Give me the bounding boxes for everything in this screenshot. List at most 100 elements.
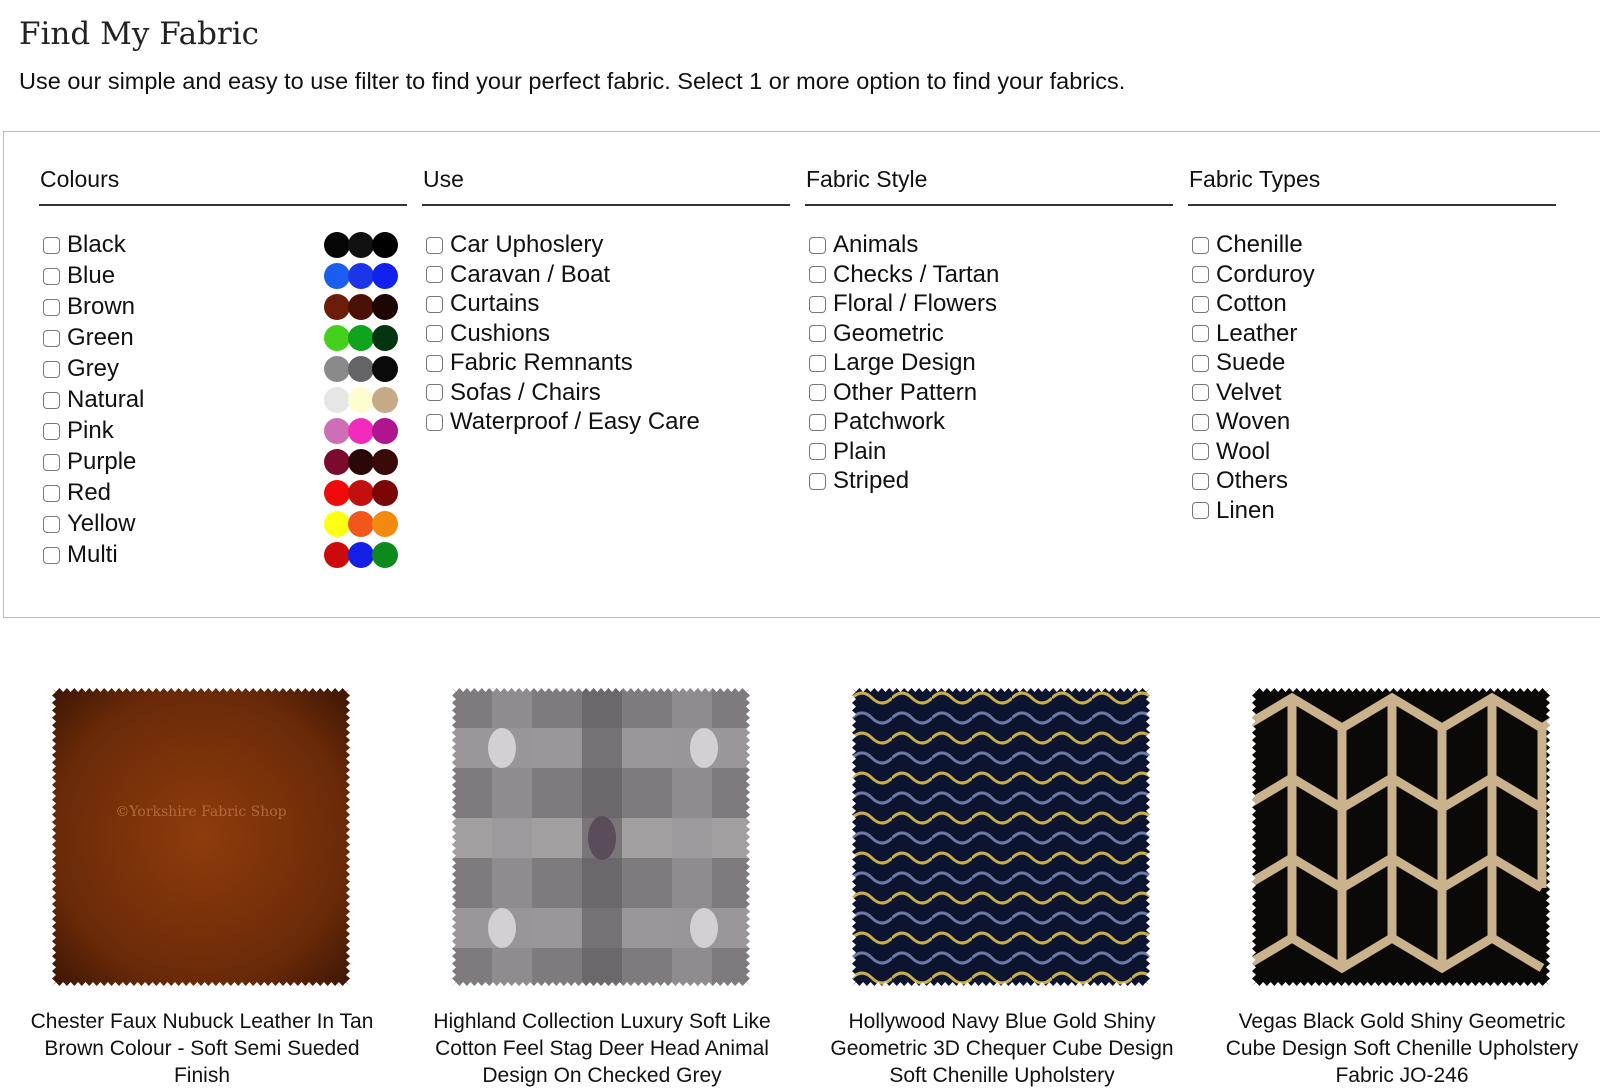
option-label: Striped: [833, 467, 910, 494]
page: Find My Fabric Use our simple and easy t…: [0, 0, 1600, 1087]
colour-option-red[interactable]: Red: [43, 479, 112, 506]
fabric-style-option-striped[interactable]: Striped: [809, 467, 910, 494]
checkbox[interactable]: [1192, 266, 1209, 283]
colour-option-black[interactable]: Black: [43, 231, 126, 258]
checkbox[interactable]: [1192, 472, 1209, 490]
checkbox[interactable]: [1192, 295, 1209, 313]
fabric-style-option-other-pattern[interactable]: Other Pattern: [809, 378, 978, 406]
fabric-style-option-checks-tartan[interactable]: Checks / Tartan: [809, 261, 999, 288]
fabric-style-option-patchwork[interactable]: Patchwork: [809, 408, 945, 435]
use-option-caravan-boat[interactable]: Caravan / Boat: [426, 261, 610, 288]
product-name[interactable]: Hollywood Navy Blue Gold Shiny Geometric…: [822, 1008, 1182, 1089]
option-label: Purple: [67, 448, 137, 475]
use-option-curtains[interactable]: Curtains: [426, 290, 539, 317]
checkbox[interactable]: [1192, 413, 1209, 431]
product-name[interactable]: Highland Collection Luxury Soft Like Cot…: [422, 1008, 782, 1089]
fabric-types-option-chenille[interactable]: Chenille: [1192, 231, 1303, 258]
checkbox[interactable]: [426, 384, 443, 401]
option-label: Car Uphoslery: [450, 231, 604, 258]
checkbox[interactable]: [809, 443, 826, 460]
colour-dot: [324, 480, 350, 506]
checkbox[interactable]: [426, 354, 443, 372]
checkbox[interactable]: [43, 484, 60, 502]
option-label: Green: [67, 324, 134, 351]
use-option-fabric-remnants[interactable]: Fabric Remnants: [426, 349, 633, 376]
checkbox[interactable]: [426, 266, 443, 283]
use-option-waterproof-easy-care[interactable]: Waterproof / Easy Care: [426, 408, 700, 435]
fabric-types-option-others[interactable]: Others: [1192, 467, 1288, 494]
checkbox[interactable]: [1192, 502, 1209, 519]
checkbox[interactable]: [43, 515, 60, 533]
fabric-types-option-cotton[interactable]: Cotton: [1192, 290, 1287, 317]
colour-option-brown[interactable]: Brown: [43, 293, 135, 320]
checkbox[interactable]: [43, 267, 60, 285]
fabric-types-option-woven[interactable]: Woven: [1192, 408, 1290, 435]
checkbox[interactable]: [809, 384, 826, 401]
fabric-types-option-velvet[interactable]: Velvet: [1192, 379, 1281, 406]
checkbox[interactable]: [809, 295, 826, 313]
fabric-style-option-geometric[interactable]: Geometric: [809, 320, 944, 347]
product-name[interactable]: Chester Faux Nubuck Leather In Tan Brown…: [22, 1008, 382, 1089]
fabric-types-option-corduroy[interactable]: Corduroy: [1192, 261, 1315, 288]
fabric-style-option-animals[interactable]: Animals: [809, 231, 919, 258]
checkbox[interactable]: [1192, 354, 1209, 372]
colour-dot: [372, 325, 398, 351]
colour-dot: [348, 449, 374, 475]
fabric-types-option-suede[interactable]: Suede: [1192, 349, 1286, 376]
checkbox[interactable]: [1192, 325, 1209, 342]
checkbox[interactable]: [43, 546, 60, 564]
colour-option-natural[interactable]: Natural: [43, 386, 144, 413]
checkbox[interactable]: [43, 329, 60, 347]
colour-dot: [324, 449, 350, 475]
colour-option-purple[interactable]: Purple: [43, 448, 137, 475]
checkbox[interactable]: [1192, 384, 1209, 401]
use-option-cushions[interactable]: Cushions: [426, 320, 550, 347]
fabric-style-option-large-design[interactable]: Large Design: [809, 349, 976, 376]
product-image-navy-gold[interactable]: [852, 688, 1150, 986]
fabric-types-option-linen[interactable]: Linen: [1192, 497, 1275, 524]
colour-option-green[interactable]: Green: [43, 324, 134, 351]
checkbox[interactable]: [43, 422, 60, 440]
checkbox[interactable]: [426, 325, 443, 342]
checkbox[interactable]: [809, 266, 826, 283]
checkbox[interactable]: [809, 236, 826, 254]
checkbox[interactable]: [426, 236, 443, 254]
checkbox[interactable]: [43, 360, 60, 378]
fabric-types-heading: Fabric Types: [1188, 165, 1556, 206]
checkbox[interactable]: [1192, 443, 1209, 460]
checkbox[interactable]: [43, 391, 60, 409]
colour-dot: [324, 511, 350, 537]
use-option-sofas-chairs[interactable]: Sofas / Chairs: [426, 379, 601, 406]
colour-option-yellow[interactable]: Yellow: [43, 510, 136, 537]
colour-option-multi[interactable]: Multi: [43, 541, 118, 568]
use-option-car-uphoslery[interactable]: Car Uphoslery: [426, 231, 604, 258]
product-image-grey-tartan-stag[interactable]: [452, 688, 750, 986]
checkbox[interactable]: [43, 453, 60, 471]
option-label: Animals: [833, 231, 919, 258]
colour-dot: [324, 232, 350, 258]
checkbox[interactable]: [809, 354, 826, 372]
option-label: Floral / Flowers: [833, 290, 998, 317]
fabric-types-option-leather[interactable]: Leather: [1192, 320, 1297, 347]
option-label: Other Pattern: [833, 378, 978, 406]
option-label: Suede: [1216, 349, 1286, 376]
option-label: Red: [67, 479, 112, 506]
colour-option-pink[interactable]: Pink: [43, 417, 114, 444]
colour-option-blue[interactable]: Blue: [43, 262, 115, 289]
checkbox[interactable]: [426, 413, 443, 431]
checkbox[interactable]: [809, 472, 826, 490]
checkbox[interactable]: [43, 298, 60, 316]
checkbox[interactable]: [809, 413, 826, 431]
product-name[interactable]: Vegas Black Gold Shiny Geometric Cube De…: [1222, 1008, 1582, 1089]
checkbox[interactable]: [809, 325, 826, 342]
fabric-style-option-floral-flowers[interactable]: Floral / Flowers: [809, 290, 998, 317]
product-image-black-gold-cube[interactable]: [1252, 688, 1550, 986]
fabric-types-option-wool[interactable]: Wool: [1192, 438, 1270, 465]
colour-option-grey[interactable]: Grey: [43, 355, 119, 382]
checkbox[interactable]: [426, 295, 443, 313]
fabric-style-option-plain[interactable]: Plain: [809, 438, 886, 465]
checkbox[interactable]: [1192, 236, 1209, 254]
colour-dot: [324, 263, 350, 289]
checkbox[interactable]: [43, 236, 60, 254]
product-image-brown-leather[interactable]: ©Yorkshire Fabric Shop: [52, 688, 350, 986]
